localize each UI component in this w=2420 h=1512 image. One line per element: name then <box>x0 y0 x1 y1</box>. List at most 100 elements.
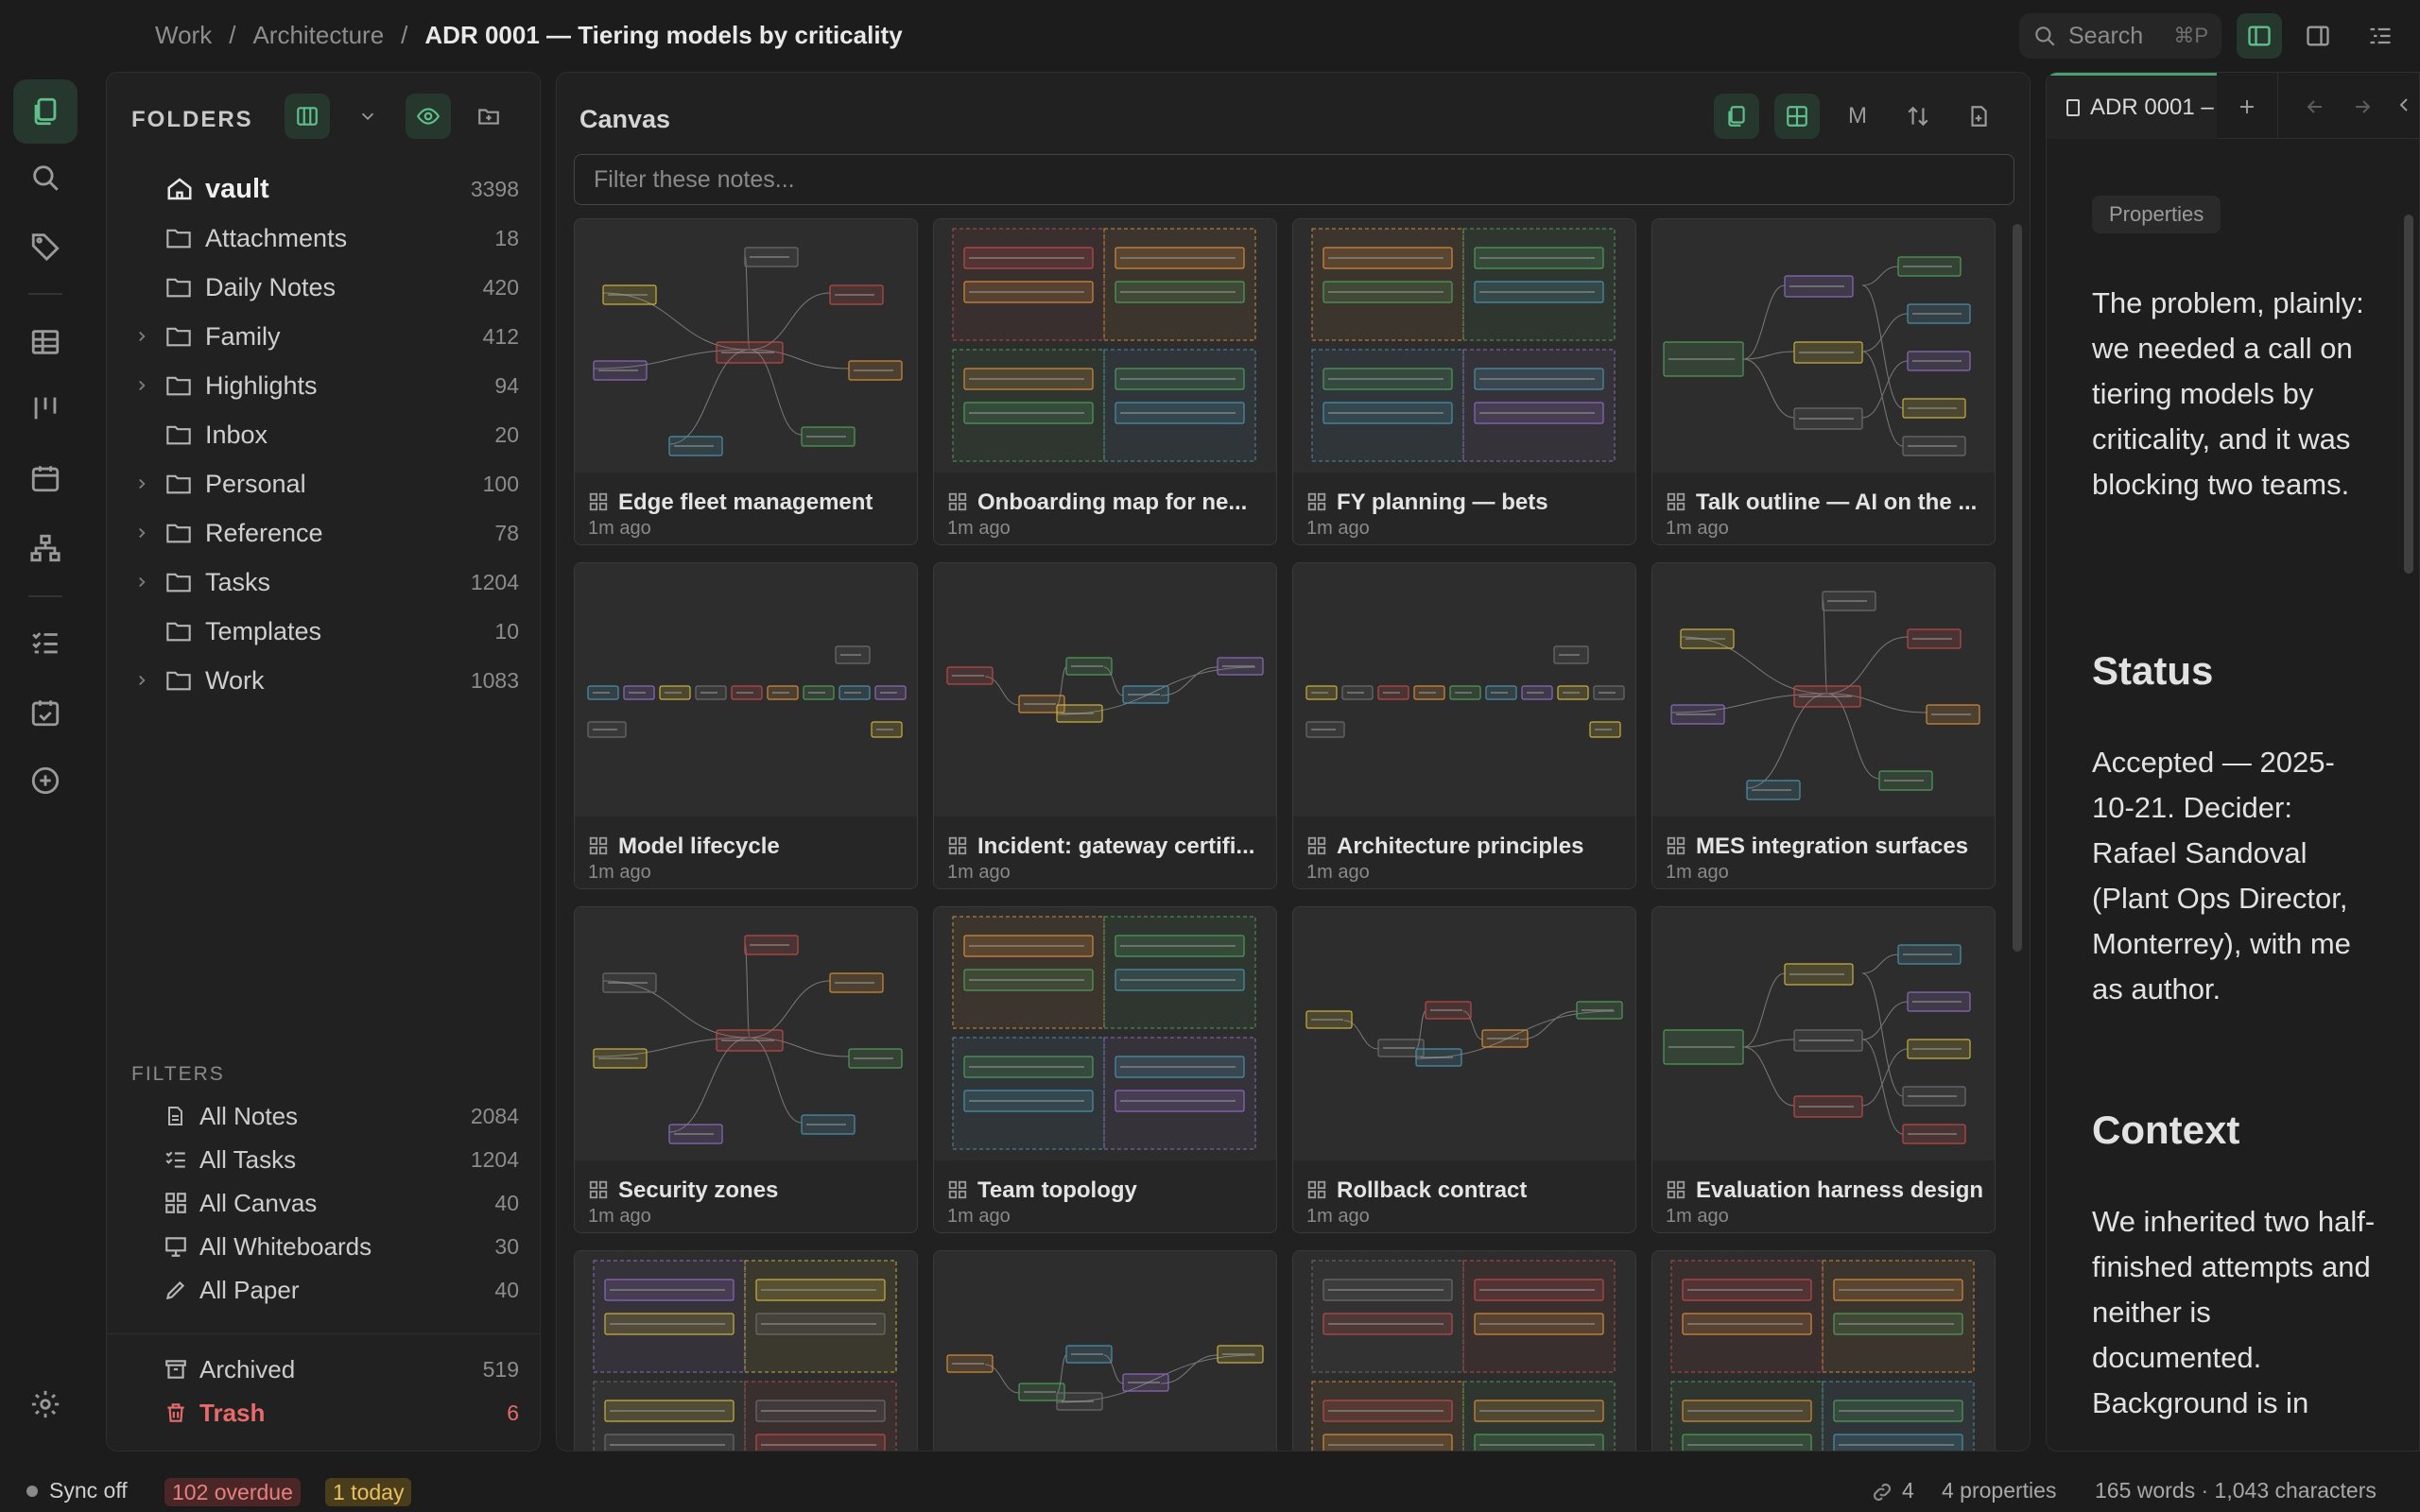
rail-graph-button[interactable] <box>13 516 78 580</box>
rail-database-button[interactable] <box>13 310 78 374</box>
folder-options-button[interactable] <box>345 94 390 139</box>
folder-item[interactable]: Personal 100 <box>107 460 542 507</box>
breadcrumb-item[interactable]: Work <box>155 21 212 50</box>
canvas-card[interactable]: Security zones 1m ago <box>574 906 918 1233</box>
canvas-card[interactable] <box>1651 1250 1996 1451</box>
canvas-card[interactable] <box>574 1250 918 1451</box>
rail-files-button[interactable] <box>13 79 78 144</box>
canvas-card[interactable]: Architecture principles 1m ago <box>1292 562 1636 889</box>
view-grid-button[interactable] <box>1774 94 1820 139</box>
filter-item[interactable]: All Notes 2084 <box>107 1095 542 1137</box>
canvas-card[interactable]: Edge fleet management 1m ago <box>574 218 918 545</box>
folder-item[interactable]: vault 3398 <box>107 165 542 213</box>
sidebar-right-icon <box>2305 23 2331 49</box>
canvas-card[interactable]: MES integration surfaces 1m ago <box>1651 562 1996 889</box>
canvas-card-footer: Architecture principles 1m ago <box>1293 816 1635 888</box>
properties-button[interactable]: Properties <box>2092 196 2221 233</box>
folder-layout-button[interactable] <box>285 94 330 139</box>
canvas-card-time: 1m ago <box>588 518 651 539</box>
canvas-card[interactable]: Evaluation harness design 1m ago <box>1651 906 1996 1233</box>
canvas-card[interactable]: Onboarding map for ne... 1m ago <box>933 218 1277 545</box>
canvas-card[interactable]: Team topology 1m ago <box>933 906 1277 1233</box>
chevron-right-icon[interactable] <box>133 672 150 689</box>
breadcrumb-item[interactable]: Architecture <box>252 21 384 50</box>
pen-icon <box>164 1278 188 1302</box>
rail-calendar-button[interactable] <box>13 446 78 510</box>
folder-icon <box>165 374 192 397</box>
rail-search-button[interactable] <box>13 146 78 210</box>
canvas-card[interactable] <box>1292 1250 1636 1451</box>
filter-notes-input[interactable] <box>574 154 2014 205</box>
canvas-card[interactable]: Model lifecycle 1m ago <box>574 562 918 889</box>
new-note-button[interactable] <box>1956 94 2001 139</box>
canvas-scrollbar[interactable] <box>2013 224 2022 952</box>
grid-icon <box>1785 104 1809 129</box>
trash-item[interactable]: Trash 6 <box>107 1392 542 1434</box>
folder-item[interactable]: Attachments 18 <box>107 215 542 262</box>
rail-board-button[interactable] <box>13 376 78 440</box>
folder-item[interactable]: Templates 10 <box>107 608 542 655</box>
links-count[interactable]: 4 <box>1902 1478 1914 1503</box>
calendar-icon <box>29 462 61 494</box>
toggle-left-sidebar-button[interactable] <box>2237 13 2282 59</box>
overdue-badge[interactable]: 102 overdue <box>164 1478 301 1506</box>
note-icon <box>164 1104 186 1128</box>
canvas-icon <box>588 491 609 512</box>
folder-item[interactable]: Reference 78 <box>107 509 542 557</box>
folder-label: Daily Notes <box>205 272 337 301</box>
folder-item[interactable]: Work 1083 <box>107 657 542 704</box>
folder-item[interactable]: Daily Notes 420 <box>107 264 542 311</box>
chevron-right-icon[interactable] <box>133 524 150 541</box>
rail-settings-button[interactable] <box>13 1372 78 1436</box>
chevron-right-icon[interactable] <box>133 475 150 492</box>
folder-item[interactable]: Family 412 <box>107 313 542 360</box>
note-scrollbar[interactable] <box>2404 215 2413 574</box>
new-tab-button[interactable] <box>2224 84 2270 129</box>
folder-item[interactable]: Tasks 1204 <box>107 558 542 606</box>
canvas-thumbnail <box>934 563 1276 816</box>
forward-button[interactable] <box>2340 84 2385 129</box>
rail-tags-button[interactable] <box>13 214 78 278</box>
today-badge[interactable]: 1 today <box>325 1478 412 1506</box>
canvas-card-title: MES integration surfaces <box>1696 833 1969 859</box>
archived-item[interactable]: Archived 519 <box>107 1349 542 1390</box>
folder-count: 78 <box>494 520 519 545</box>
chevron-right-icon[interactable] <box>133 377 150 394</box>
rail-new-button[interactable] <box>13 748 78 813</box>
outline-button[interactable] <box>2358 13 2403 59</box>
sort-button[interactable] <box>1895 94 1941 139</box>
filter-item[interactable]: All Canvas 40 <box>107 1182 542 1224</box>
show-hidden-button[interactable] <box>406 94 451 139</box>
canvas-card[interactable] <box>933 1250 1277 1451</box>
properties-count[interactable]: 4 properties <box>1942 1478 2056 1503</box>
search-icon <box>2032 24 2057 48</box>
canvas-thumbnail <box>575 219 917 472</box>
view-mode-button[interactable]: M <box>1835 94 1880 139</box>
filter-item[interactable]: All Whiteboards 30 <box>107 1226 542 1267</box>
filter-item[interactable]: All Paper 40 <box>107 1269 542 1311</box>
arrow-left-icon <box>2304 95 2326 118</box>
view-files-button[interactable] <box>1714 94 1759 139</box>
search-button[interactable]: Search ⌘P <box>2019 13 2221 59</box>
back-button[interactable] <box>2292 84 2338 129</box>
breadcrumb-separator: / <box>229 21 236 49</box>
folder-icon <box>165 276 192 299</box>
canvas-card[interactable]: FY planning — bets 1m ago <box>1292 218 1636 545</box>
sync-status[interactable]: Sync off <box>49 1478 128 1503</box>
note-tab[interactable]: ADR 0001 – <box>2047 73 2217 139</box>
chevron-right-icon[interactable] <box>133 328 150 345</box>
rail-tasks-button[interactable] <box>13 610 78 675</box>
folder-item[interactable]: Highlights 94 <box>107 362 542 409</box>
canvas-card[interactable]: Rollback contract 1m ago <box>1292 906 1636 1233</box>
folder-item[interactable]: Inbox 20 <box>107 411 542 458</box>
rail-daily-button[interactable] <box>13 680 78 745</box>
chevron-right-icon[interactable] <box>133 574 150 591</box>
canvas-card[interactable]: Talk outline — AI on the ... 1m ago <box>1651 218 1996 545</box>
collapse-pane-button[interactable] <box>2393 94 2415 116</box>
new-folder-button[interactable] <box>466 94 511 139</box>
filter-item[interactable]: All Tasks 1204 <box>107 1139 542 1180</box>
file-icon <box>2066 98 2081 117</box>
toggle-right-sidebar-button[interactable] <box>2295 13 2341 59</box>
filter-count: 40 <box>494 1277 519 1302</box>
canvas-card[interactable]: Incident: gateway certifi... 1m ago <box>933 562 1277 889</box>
